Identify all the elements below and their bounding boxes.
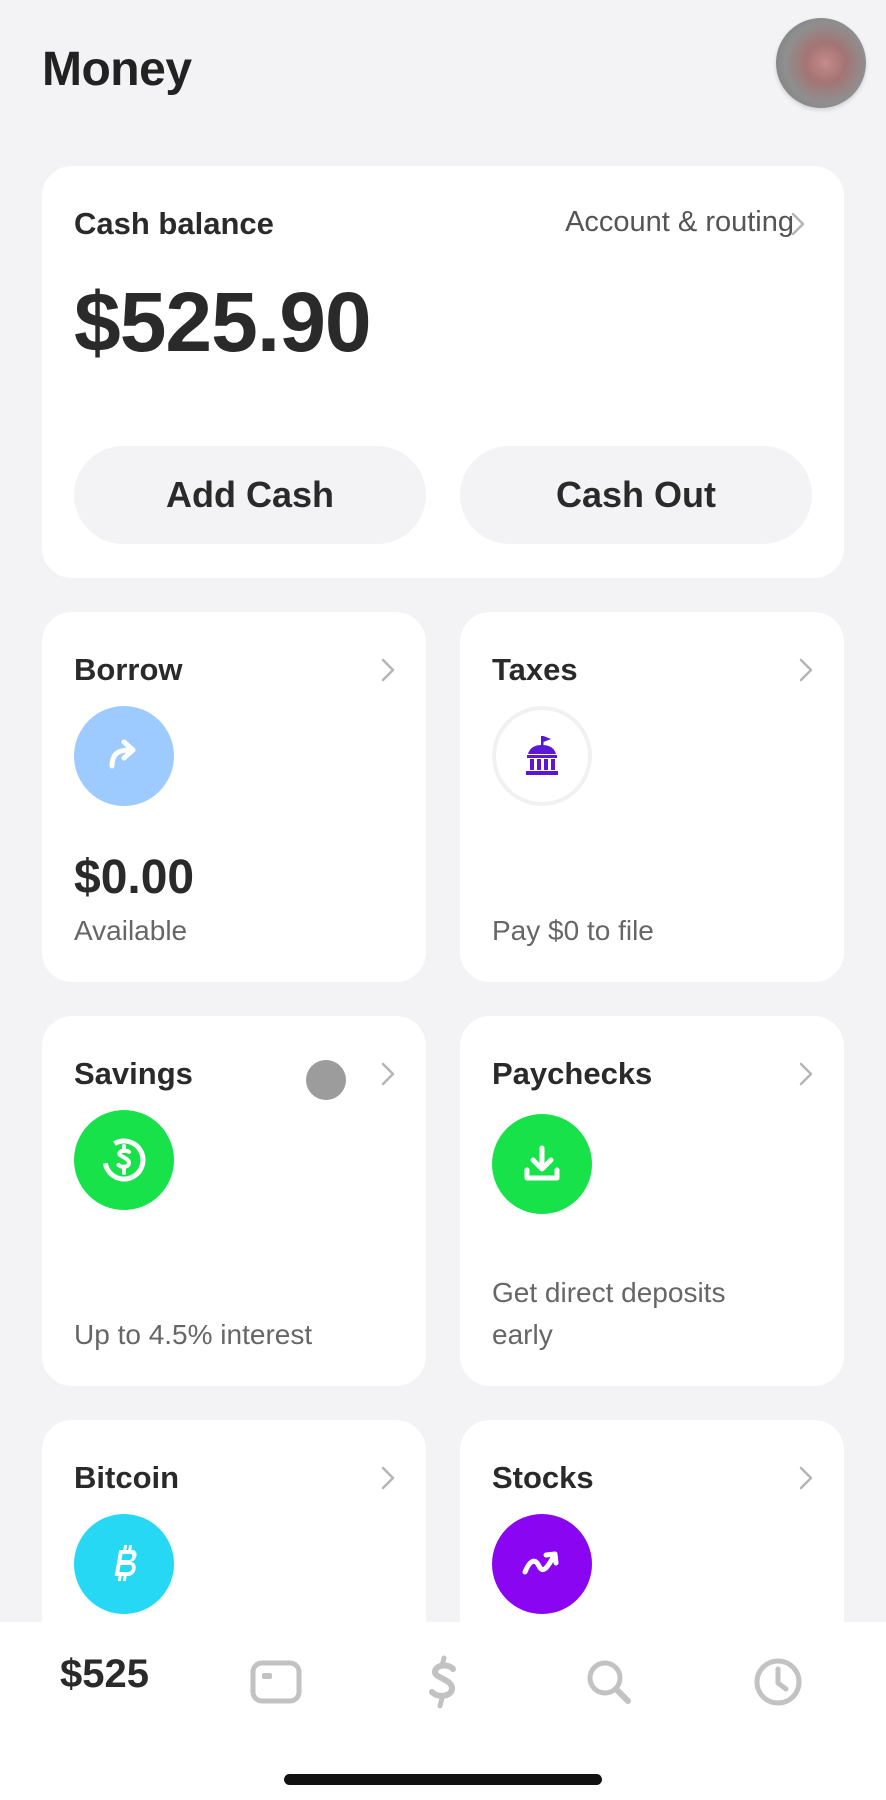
trend-up-icon bbox=[492, 1514, 592, 1614]
cash-balance-amount: $525.90 bbox=[74, 275, 372, 369]
chevron-right-icon bbox=[378, 656, 398, 684]
tab-bar: $525 bbox=[0, 1622, 886, 1800]
download-tray-icon bbox=[492, 1114, 592, 1214]
dollar-circle-icon bbox=[74, 1110, 174, 1210]
stocks-title: Stocks bbox=[492, 1460, 594, 1495]
savings-tile[interactable]: Savings Up to 4.5% interest bbox=[42, 1016, 426, 1386]
add-cash-button[interactable]: Add Cash bbox=[74, 446, 426, 544]
home-indicator bbox=[284, 1774, 602, 1785]
cash-balance-label: Cash balance bbox=[74, 206, 274, 241]
paychecks-subtext-line1: Get direct deposits bbox=[492, 1277, 726, 1308]
profile-avatar[interactable] bbox=[776, 18, 866, 108]
dollar-icon[interactable] bbox=[415, 1654, 471, 1710]
chevron-right-icon[interactable] bbox=[788, 210, 808, 238]
arrow-turn-right-icon bbox=[74, 706, 174, 806]
savings-title: Savings bbox=[74, 1056, 193, 1091]
chevron-right-icon bbox=[378, 1464, 398, 1492]
page-title: Money bbox=[42, 43, 192, 96]
taxes-tile[interactable]: Taxes Pay $0 to file bbox=[460, 612, 844, 982]
status-dot bbox=[306, 1060, 346, 1100]
cash-balance-card: Cash balance Account & routing $525.90 A… bbox=[42, 166, 844, 578]
paychecks-subtext-line2: early bbox=[492, 1319, 553, 1350]
cash-out-button[interactable]: Cash Out bbox=[460, 446, 812, 544]
bitcoin-icon bbox=[74, 1514, 174, 1614]
tab-money[interactable]: $525 bbox=[60, 1652, 149, 1697]
chevron-right-icon bbox=[796, 1464, 816, 1492]
clock-icon[interactable] bbox=[750, 1654, 806, 1710]
account-routing-link[interactable]: Account & routing bbox=[565, 206, 794, 239]
taxes-title: Taxes bbox=[492, 652, 578, 687]
search-icon[interactable] bbox=[581, 1654, 637, 1710]
paychecks-title: Paychecks bbox=[492, 1056, 653, 1091]
bitcoin-title: Bitcoin bbox=[74, 1460, 180, 1495]
government-building-icon bbox=[492, 706, 592, 806]
borrow-amount: $0.00 bbox=[74, 851, 195, 904]
paychecks-tile[interactable]: Paychecks Get direct deposits early bbox=[460, 1016, 844, 1386]
chevron-right-icon bbox=[796, 1060, 816, 1088]
savings-subtext: Up to 4.5% interest bbox=[74, 1319, 313, 1350]
borrow-tile[interactable]: Borrow $0.00 Available bbox=[42, 612, 426, 982]
taxes-subtext: Pay $0 to file bbox=[492, 915, 654, 946]
chevron-right-icon bbox=[378, 1060, 398, 1088]
borrow-subtext: Available bbox=[74, 915, 188, 946]
card-icon[interactable] bbox=[248, 1654, 304, 1710]
chevron-right-icon bbox=[796, 656, 816, 684]
borrow-title: Borrow bbox=[74, 652, 183, 687]
